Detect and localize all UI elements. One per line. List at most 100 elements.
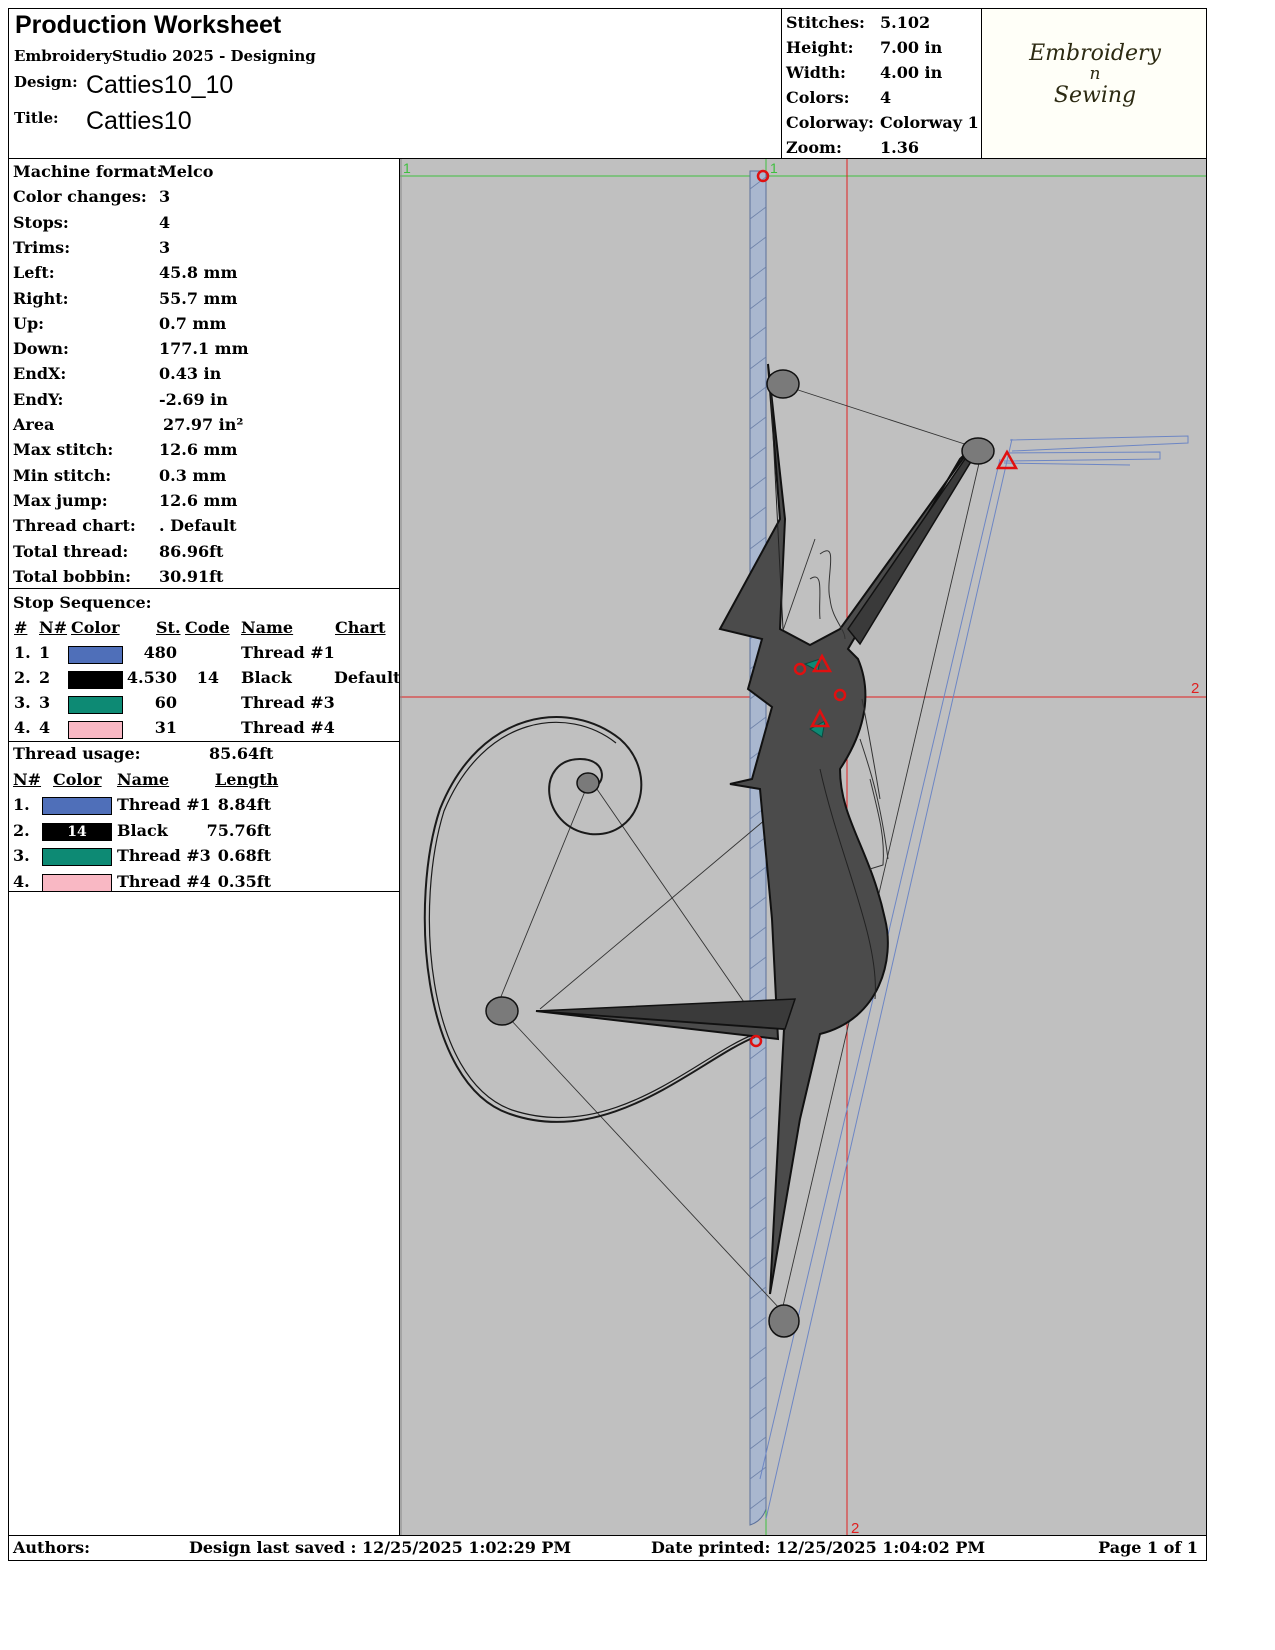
thread-row-color-swatch <box>42 797 112 815</box>
authors-label: Authors: <box>13 1538 91 1557</box>
logo-line-3: Sewing <box>1053 83 1137 108</box>
col-n: N# <box>39 618 68 637</box>
stop-row-name: Thread #1 <box>241 643 335 662</box>
detail-value: . Default <box>159 516 237 536</box>
summary-panel: Stitches: 5.102 Height: 7.00 in Width: 4.00 i… <box>781 8 983 160</box>
stop-row-color-swatch <box>68 696 123 714</box>
detail-value: 86.96ft <box>159 541 224 561</box>
summary-label: Height: <box>786 38 854 57</box>
detail-label: Area <box>13 415 55 434</box>
thread-row-length: 8.84ft <box>217 795 271 814</box>
blank-panel <box>8 891 401 1537</box>
stop-row-name: Thread #3 <box>241 693 335 712</box>
detail-label: EndX: <box>13 364 67 384</box>
thread-usage-panel: Thread usage: 85.64ft N# Color Name Leng… <box>8 741 401 893</box>
detail-value: 55.7 mm <box>159 288 238 308</box>
detail-label: Left: <box>13 263 55 283</box>
detail-value: 3 <box>159 237 171 257</box>
summary-label: Width: <box>786 63 846 82</box>
blue-underlay-column <box>749 170 767 1526</box>
design-label: Design: <box>14 73 78 91</box>
detail-value: Melco <box>159 162 214 181</box>
detail-value: 4 <box>159 212 171 232</box>
summary-label: Stitches: <box>786 13 865 32</box>
detail-value: 12.6 mm <box>159 490 238 510</box>
summary-value: 1.36 <box>880 138 919 157</box>
thread-row-name: Black <box>117 820 168 840</box>
stop-row-color-swatch <box>68 671 123 689</box>
page-number: Page 1 of 1 <box>1098 1538 1198 1557</box>
software-name: EmbroideryStudio 2025 - Designing <box>14 47 316 65</box>
detail-label: Right: <box>13 288 69 308</box>
footer-bar: Authors: Design last saved : 12/25/2025 … <box>8 1535 1207 1561</box>
tu-col-length: Length <box>215 770 279 789</box>
summary-value: Colorway 1 <box>880 113 979 132</box>
preview-canvas: 1 1 2 2 <box>400 159 1206 1536</box>
detail-value: 0.7 mm <box>159 313 227 333</box>
stop-row-name: Thread #4 <box>241 718 335 737</box>
stop-row-num: 4. <box>14 718 31 737</box>
stop-row-num: 3. <box>14 693 31 712</box>
header-panel: Production Worksheet EmbroideryStudio 20… <box>8 8 783 160</box>
detail-label: Total thread: <box>13 541 129 561</box>
stop-row-stitches: 4.530 <box>126 668 177 687</box>
detail-value: 3 <box>159 187 171 207</box>
detail-value: 177.1 mm <box>159 339 249 359</box>
thread-row-length: 0.35ft <box>217 871 271 891</box>
thread-row-color-swatch <box>42 848 112 866</box>
stop-row-chart: Default <box>334 668 401 687</box>
summary-value: 7.00 in <box>880 38 943 57</box>
stop-row-n: 4 <box>39 718 51 737</box>
stop-row-num: 1. <box>14 643 31 662</box>
title-value: Catties10 <box>86 107 192 135</box>
detail-label: Trims: <box>13 237 71 257</box>
thread-row-n: 1. <box>13 795 30 814</box>
stop-row-color-swatch <box>68 646 123 664</box>
summary-value: 5.102 <box>880 13 931 32</box>
col-num: # <box>14 618 28 637</box>
thread-usage-title: Thread usage: <box>13 744 141 763</box>
thread-row-length: 75.76ft <box>206 820 271 840</box>
cat-arm <box>847 453 977 646</box>
col-name: Name <box>241 618 294 637</box>
stop-sequence-title: Stop Sequence: <box>13 593 152 612</box>
details-panel: Machine format: Melco Color changes: 3 Stops… <box>8 158 401 590</box>
black-jump-lines <box>499 388 981 1320</box>
detail-label: Max jump: <box>13 490 108 510</box>
detail-label: Color changes: <box>13 187 147 207</box>
summary-value: 4 <box>880 88 892 107</box>
stop-sequence-panel: Stop Sequence: # N# Color St. Code Name … <box>8 588 401 743</box>
tu-col-name: Name <box>117 770 170 789</box>
detail-label: Machine format: <box>13 162 163 181</box>
detail-value: 27.97 in² <box>163 415 244 434</box>
summary-label: Colorway: <box>786 113 874 132</box>
col-chart: Chart <box>335 618 386 637</box>
brand-logo: Embroidery n Sewing <box>982 43 1208 108</box>
thread-row-color-swatch <box>42 873 112 892</box>
stop-row-stitches: 60 <box>154 693 177 712</box>
thread-row-n: 3. <box>13 846 30 865</box>
date-printed: Date printed: 12/25/2025 1:04:02 PM <box>651 1538 986 1557</box>
tu-col-color: Color <box>53 770 102 789</box>
design-value: Catties10_10 <box>86 71 234 99</box>
col-st: St. <box>156 618 181 637</box>
detail-label: Down: <box>13 339 69 359</box>
guide-label-1-top: 1 <box>770 160 778 176</box>
detail-label: Min stitch: <box>13 465 112 485</box>
page-title: Production Worksheet <box>15 11 282 39</box>
detail-label: Thread chart: <box>13 516 136 536</box>
stop-row-name: Black <box>241 668 292 687</box>
detail-value: 0.3 mm <box>159 465 227 485</box>
detail-label: Up: <box>13 313 45 333</box>
detail-label: EndY: <box>13 389 64 409</box>
summary-label: Zoom: <box>786 138 842 157</box>
logo-panel: Embroidery n Sewing <box>981 8 1207 160</box>
detail-label: Stops: <box>13 212 69 232</box>
summary-value: 4.00 in <box>880 63 943 82</box>
stop-row-color-swatch <box>68 721 123 739</box>
paw-right <box>961 437 995 465</box>
detail-value: 0.43 in <box>159 364 222 384</box>
thread-row-n: 4. <box>13 871 30 891</box>
summary-label: Colors: <box>786 88 850 107</box>
guide-label-1-left: 1 <box>403 160 411 176</box>
